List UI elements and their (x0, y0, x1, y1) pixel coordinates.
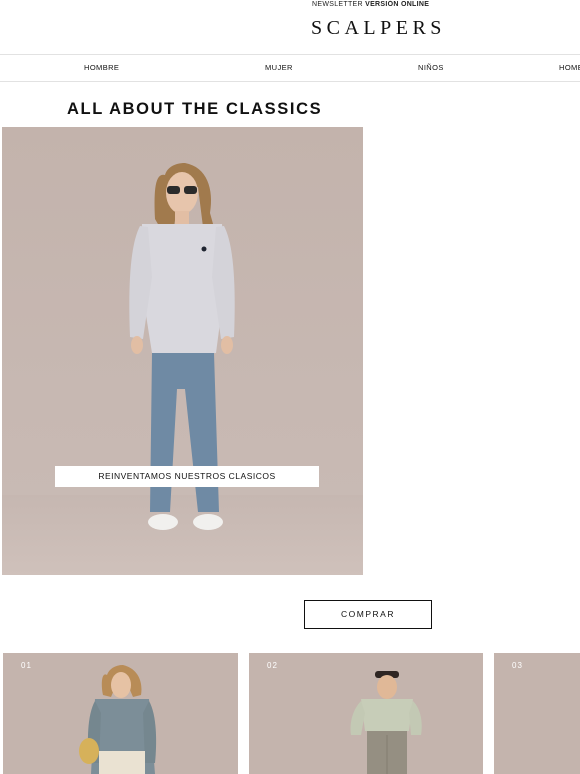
newsletter-label: NEWSLETTER (312, 1, 363, 8)
main-nav: HOMBRE MUJER NIÑOS HOME (0, 54, 580, 82)
product-card[interactable]: 02 (249, 653, 483, 774)
nav-item-home[interactable]: HOME (559, 63, 580, 72)
hero-image[interactable]: REINVENTAMOS NUESTROS CLASICOS (2, 127, 363, 575)
model-figure (350, 671, 422, 774)
nav-item-hombre[interactable]: HOMBRE (84, 63, 119, 72)
product-card[interactable]: 03 (494, 653, 580, 774)
nav-item-ninos[interactable]: NIÑOS (418, 63, 444, 72)
hero-banner-label[interactable]: REINVENTAMOS NUESTROS CLASICOS (55, 466, 319, 487)
page-title: ALL ABOUT THE CLASSICS (67, 100, 323, 118)
brand-logo[interactable]: SCALPERS (311, 17, 446, 40)
card-number: 03 (512, 661, 523, 670)
newsletter-links[interactable]: NEWSLETTER VERSIÓN ONLINE (312, 1, 429, 8)
nav-item-mujer[interactable]: MUJER (265, 63, 293, 72)
hero-model-figure (129, 163, 235, 530)
online-version-link[interactable]: VERSIÓN ONLINE (365, 1, 429, 8)
product-card[interactable]: 01 (3, 653, 238, 774)
email-header: NEWSLETTER VERSIÓN ONLINE SCALPERS (0, 0, 580, 54)
model-figure (79, 665, 157, 774)
comprar-button[interactable]: COMPRAR (304, 600, 432, 629)
